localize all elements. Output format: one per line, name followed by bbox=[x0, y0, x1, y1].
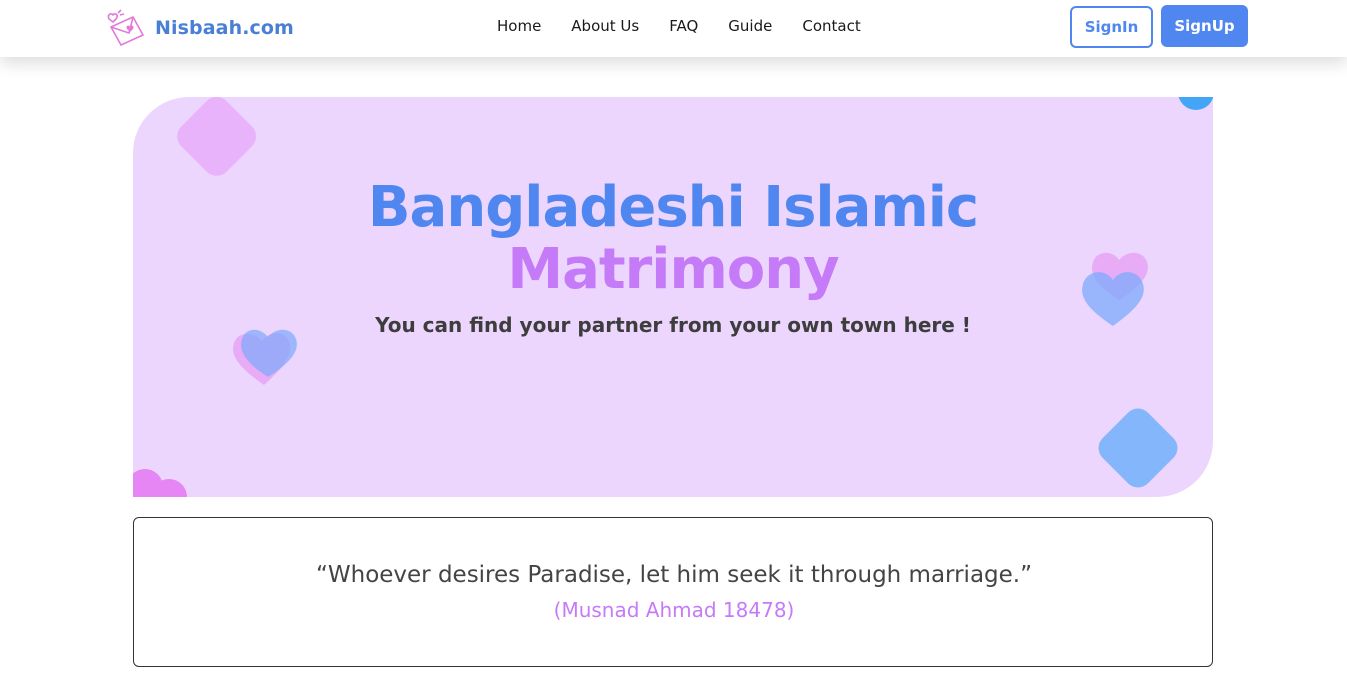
circle-shape-top-right bbox=[1178, 97, 1213, 110]
nav-links: Home About Us FAQ Guide Contact bbox=[497, 17, 891, 35]
hero-title-line1: Bangladeshi Islamic bbox=[367, 175, 979, 240]
nav-link-home[interactable]: Home bbox=[497, 17, 541, 35]
hero-title-line2: Matrimony bbox=[507, 237, 839, 302]
hero-title: Bangladeshi Islamic Matrimony bbox=[133, 177, 1213, 301]
nav-link-faq[interactable]: FAQ bbox=[669, 17, 698, 35]
nav-link-guide[interactable]: Guide bbox=[728, 17, 772, 35]
diamond-shape-bottom-right bbox=[1098, 408, 1178, 488]
quote-text: “Whoever desires Paradise, let him seek … bbox=[315, 562, 1033, 588]
hero-banner: Bangladeshi Islamic Matrimony You can fi… bbox=[133, 97, 1213, 497]
envelope-heart-logo-icon bbox=[107, 9, 144, 46]
hero-subtitle: You can find your partner from your own … bbox=[375, 313, 971, 337]
signin-button[interactable]: SignIn bbox=[1070, 6, 1153, 48]
navbar: Nisbaah.com Home About Us FAQ Guide Cont… bbox=[0, 0, 1347, 57]
quote-reference: (Musnad Ahmad 18478) bbox=[553, 598, 795, 622]
brand-logo[interactable]: Nisbaah.com bbox=[103, 8, 294, 48]
cloud-shape-bottom-left bbox=[133, 469, 187, 497]
quote-card: “Whoever desires Paradise, let him seek … bbox=[133, 517, 1213, 667]
nav-link-contact[interactable]: Contact bbox=[802, 17, 860, 35]
brand-name: Nisbaah.com bbox=[155, 17, 294, 39]
nav-link-about-us[interactable]: About Us bbox=[571, 17, 639, 35]
signup-button[interactable]: SignUp bbox=[1161, 5, 1248, 47]
